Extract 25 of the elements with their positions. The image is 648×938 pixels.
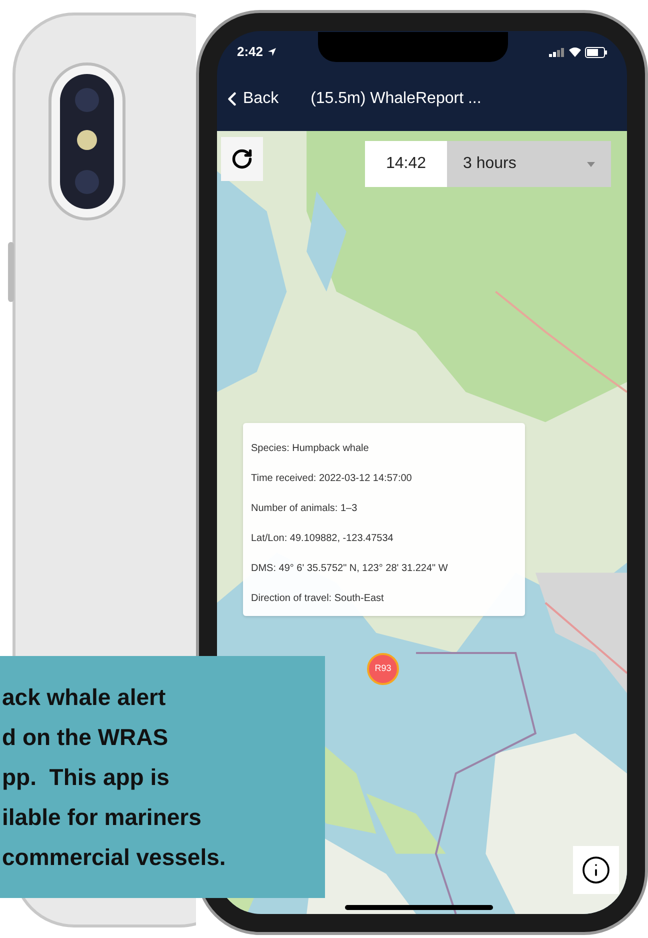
popup-line: Species: Humpback whale xyxy=(251,442,370,456)
time-range-dropdown[interactable]: 3 hours xyxy=(447,141,611,187)
refresh-icon xyxy=(231,148,253,170)
signal-icon xyxy=(549,47,565,57)
popup-line: Direction of travel: South-East xyxy=(251,592,385,606)
refresh-button[interactable] xyxy=(221,137,263,181)
back-button[interactable]: Back xyxy=(221,87,279,111)
info-icon xyxy=(581,855,611,885)
screen-title: (15.5m) WhaleReport ... xyxy=(310,89,482,109)
caption-line: ilable for mariners xyxy=(2,803,202,832)
popup-line: Number of animals: 1–3 xyxy=(251,502,358,516)
caption-line: commercial vessels. xyxy=(2,843,227,872)
wifi-icon xyxy=(569,47,581,57)
caption-line: d on the WRAS xyxy=(2,723,170,752)
caption-line: ack whale alert xyxy=(2,683,167,712)
info-button[interactable] xyxy=(573,846,619,894)
location-arrow-icon xyxy=(267,47,278,57)
popup-line: DMS: 49° 6' 35.5752" N, 123° 28' 31.224" W xyxy=(251,562,449,576)
status-time: 2:42 xyxy=(237,43,264,62)
popup-line: Time received: 2022-03-12 14:57:00 xyxy=(251,472,413,486)
caption-line: pp. This app is xyxy=(2,763,170,792)
popup-line: Lat/Lon: 49.109882, -123.47534 xyxy=(251,532,394,546)
battery-icon xyxy=(585,46,607,58)
dropdown-caret-icon xyxy=(587,162,595,166)
time-display: 14:42 xyxy=(365,141,447,187)
